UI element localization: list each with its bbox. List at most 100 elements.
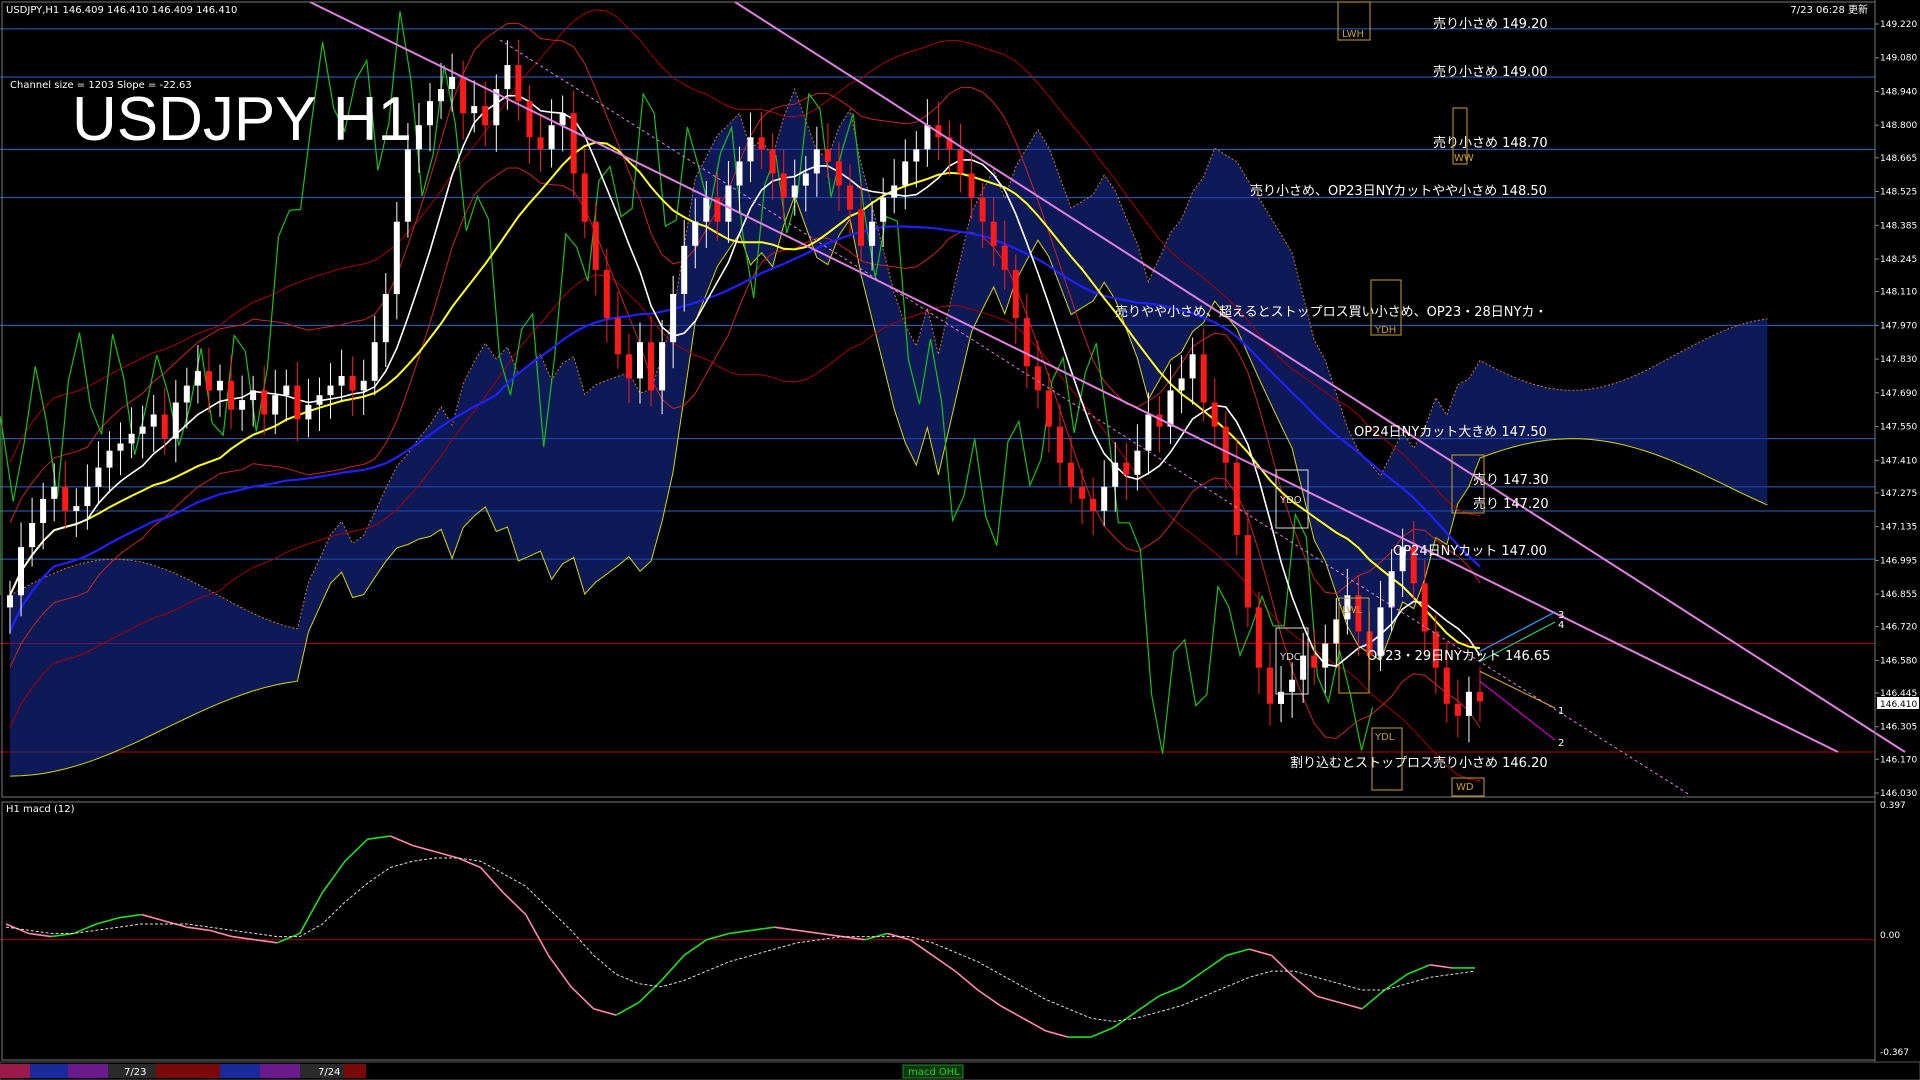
candle-bull	[117, 443, 124, 451]
candle-bear	[835, 161, 842, 186]
session-block	[30, 1064, 68, 1078]
candle-bull	[692, 221, 699, 246]
candle-bull	[272, 395, 279, 415]
candle-bear	[1034, 366, 1041, 391]
price-tick-label: 147.550	[1880, 423, 1917, 433]
candle-bear	[570, 113, 577, 174]
candle-bull	[1322, 643, 1329, 668]
time-bar[interactable]: 7/23 7/24 macd OHL	[0, 1061, 1920, 1080]
candle-bear	[592, 221, 599, 270]
candle-bear	[205, 371, 212, 391]
price-tick-label: 147.135	[1880, 523, 1917, 533]
price-tick-label: 147.970	[1880, 321, 1917, 331]
candle-bull	[338, 376, 345, 386]
candle-bear	[482, 106, 489, 126]
level-label-14750: OP24日NYカット大きめ 147.50	[1354, 425, 1547, 440]
candle-bear	[1477, 691, 1483, 702]
box-lwl-label: LWL	[1342, 605, 1363, 616]
projection-label-2: 2	[1558, 738, 1564, 749]
candle-bear	[1311, 655, 1318, 668]
candle-bear	[526, 101, 533, 138]
price-tick-label: 147.830	[1880, 355, 1917, 365]
price-tick-label: 146.305	[1880, 723, 1917, 733]
candle-bull	[449, 77, 456, 90]
box-ydl-label: YDL	[1374, 732, 1395, 743]
candle-bull	[1167, 390, 1174, 427]
candle-bull	[880, 197, 887, 222]
candle-bear	[1421, 583, 1428, 632]
candle-bull	[670, 294, 677, 343]
candle-bull	[316, 395, 323, 405]
price-tick-label: 146.720	[1880, 623, 1917, 633]
candle-bull	[1300, 655, 1307, 680]
price-tick-label: 149.080	[1880, 54, 1917, 64]
session-block	[260, 1064, 300, 1078]
candle-bear	[62, 486, 69, 511]
box-ydc-label: YDC	[1279, 652, 1301, 663]
candle-bull	[559, 113, 566, 126]
candle-bear	[648, 342, 654, 391]
candle-bear	[1267, 667, 1273, 704]
chart-canvas[interactable]: USDJPY,H1 146.409 146.410 146.409 146.41…	[0, 0, 1920, 1080]
session-block	[156, 1064, 220, 1078]
price-tick-label: 146.855	[1880, 590, 1917, 600]
candle-bull	[681, 245, 688, 294]
price-tick-label: 146.170	[1880, 755, 1917, 765]
candle-bull	[18, 547, 24, 596]
candle-bull	[327, 385, 334, 396]
candle-bull	[1178, 378, 1185, 391]
level-label-14700: OP24日NYカット 147.00	[1393, 544, 1547, 559]
candle-bear	[1079, 486, 1086, 499]
candle-bear	[957, 149, 964, 174]
candle-bear	[161, 414, 168, 439]
candle-bull	[1145, 414, 1152, 451]
candle-bear	[990, 221, 997, 246]
candle-bull	[73, 506, 80, 511]
box-lwh-label: LWH	[1342, 29, 1364, 40]
candle-bear	[979, 197, 986, 222]
level-label-14870: 売り小さめ 148.70	[1433, 135, 1548, 151]
candle-bull	[725, 185, 732, 222]
price-tick-label: 149.220	[1880, 20, 1917, 30]
candle-bear	[1454, 703, 1461, 716]
price-tick-label: 147.275	[1880, 489, 1917, 499]
candle-bull	[305, 404, 312, 420]
candle-bull	[504, 65, 511, 90]
candle-bull	[791, 185, 798, 198]
candle-bull	[802, 173, 809, 186]
level-label-14797: 売りやや小さめ、超えるとストップロス買い小さめ、OP23・28日NYカ・	[1115, 304, 1547, 320]
price-tick-label: 148.665	[1880, 154, 1917, 164]
candle-bull	[471, 106, 478, 114]
candle-bull	[1101, 486, 1108, 511]
candle-bull	[128, 433, 135, 444]
candle-bull	[438, 89, 444, 102]
candle-bull	[869, 221, 876, 246]
candle-bear	[515, 65, 522, 102]
candle-bear	[460, 77, 467, 114]
level-label-14620: 割り込むとストップロス売り小さめ 146.20	[1290, 755, 1548, 771]
candle-bull	[51, 486, 58, 499]
candle-bull	[404, 149, 411, 222]
macd-tab-label: macd OHL	[908, 1067, 960, 1078]
projection-label-1: 1	[1558, 706, 1564, 717]
candle-bear	[294, 385, 301, 420]
date-label-7-24: 7/24	[318, 1067, 340, 1078]
candle-bull	[239, 400, 246, 410]
candle-bear	[261, 390, 268, 415]
candle-bull	[415, 125, 422, 150]
price-tick-label: 148.110	[1880, 288, 1917, 298]
macd-axis-top: 0.397	[1880, 801, 1906, 811]
candle-bear	[847, 185, 853, 210]
candle-bear	[780, 173, 787, 198]
price-tick-label: 148.940	[1880, 87, 1917, 97]
candle-bull	[29, 523, 36, 548]
current-price-label: 146.410	[1880, 700, 1917, 710]
chart-title: USDJPY H1	[72, 85, 412, 154]
candle-bear	[1255, 607, 1262, 668]
candle-bull	[1388, 571, 1395, 608]
candle-bull	[891, 185, 898, 198]
candle-bull	[84, 486, 91, 507]
macd-axis-bottom: -0.367	[1880, 1048, 1909, 1058]
candle-bear	[758, 137, 765, 150]
candle-bull	[183, 385, 190, 403]
